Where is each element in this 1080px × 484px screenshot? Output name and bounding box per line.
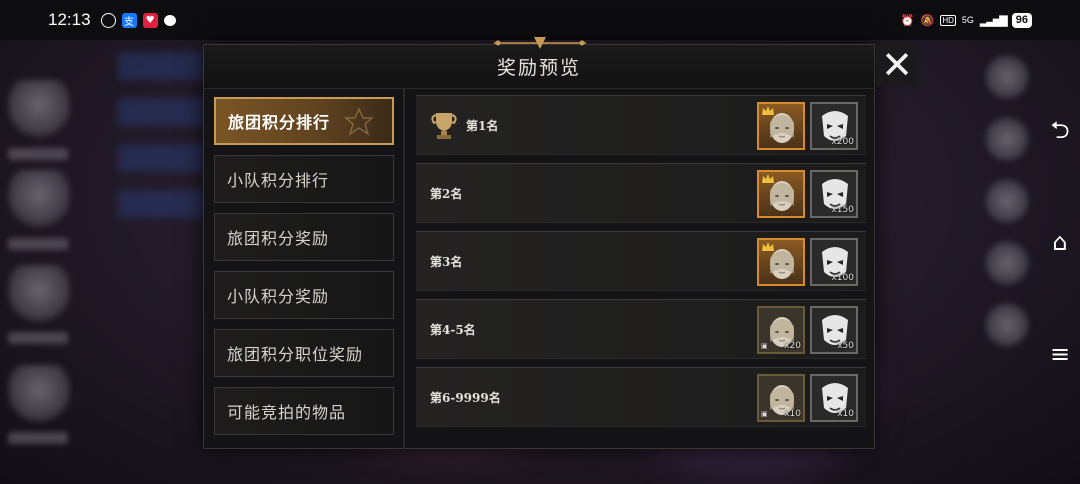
home-icon[interactable]: ⌂	[1052, 230, 1067, 254]
signal-icon: 5G	[961, 15, 974, 25]
emblem-icon	[344, 107, 374, 136]
tab-label: 小队积分排行	[227, 171, 330, 190]
rank-reward-list: 第1名 x200 第2名 x150 第3名 x100 第4-5名 ▣ x20 x50 第6-9999…	[416, 95, 866, 435]
rank-label: 第2名	[430, 186, 463, 201]
reward-preview-dialog: 奖励预览 ✕ 旅团积分排行 小队积分排行 旅团积分奖励 小队积分奖励 旅团积分职…	[203, 37, 918, 449]
battery-icon: 96	[1011, 12, 1032, 28]
item-badge-icon: ▣	[761, 410, 768, 418]
item-badge-icon: ▣	[761, 342, 768, 350]
alarm-icon: ⏰	[900, 14, 915, 27]
trophy-icon	[431, 113, 457, 139]
reward-mask-item[interactable]: x10	[810, 374, 858, 422]
crown-icon	[762, 174, 774, 183]
close-button[interactable]: ✕	[876, 44, 918, 86]
reward-quantity: x100	[831, 273, 854, 283]
close-icon: ✕	[881, 43, 913, 87]
reward-portrait-item[interactable]	[757, 238, 805, 286]
rank-label: 第1名	[466, 118, 499, 133]
app-notification-icon	[100, 12, 116, 28]
reward-portrait-item[interactable]	[757, 170, 805, 218]
rank-label: 第6-9999名	[430, 390, 501, 405]
tab-squad-points-ranking[interactable]: 小队积分排行	[214, 155, 394, 203]
reward-portrait-item[interactable]: ▣ x20	[757, 306, 805, 354]
chat-bubble-icon	[163, 14, 176, 26]
reward-items: ▣ x20 x50	[757, 306, 858, 354]
status-right: ⏰ 🔕 HD 5G ▂▃▅▇ 96	[900, 12, 1032, 28]
crown-icon	[762, 106, 774, 115]
reward-items: ▣ x10 x10	[757, 374, 858, 422]
tab-brigade-points-ranking[interactable]: 旅团积分排行	[214, 97, 394, 145]
rank-label: 第3名	[430, 254, 463, 269]
tab-brigade-position-rewards[interactable]: 旅团积分职位奖励	[214, 329, 394, 377]
rank-label: 第4-5名	[430, 322, 476, 337]
rank-row: 第6-9999名 ▣ x10 x10	[416, 367, 866, 427]
rank-row: 第3名 x100	[416, 231, 866, 291]
reward-quantity: x150	[831, 205, 854, 215]
reward-quantity: x10	[837, 409, 854, 419]
tab-brigade-points-rewards[interactable]: 旅团积分奖励	[214, 213, 394, 261]
hd-icon: HD	[940, 14, 956, 26]
mute-icon: 🔕	[920, 14, 935, 27]
reward-portrait-item[interactable]	[757, 102, 805, 150]
tab-label: 小队积分奖励	[227, 287, 330, 306]
notification-icons: 支 ♥	[100, 12, 176, 28]
crown-icon	[762, 242, 774, 251]
dialog-header: 奖励预览	[204, 45, 874, 89]
tab-label: 旅团积分奖励	[227, 229, 330, 248]
reward-items: x100	[757, 238, 858, 286]
reward-quantity: x10	[784, 409, 801, 419]
tab-label: 可能竞拍的物品	[227, 403, 347, 422]
reward-mask-item[interactable]: x150	[810, 170, 858, 218]
divider	[403, 89, 405, 449]
reward-quantity: x50	[837, 341, 854, 351]
dialog-title: 奖励预览	[496, 57, 581, 79]
reward-quantity: x200	[831, 137, 854, 147]
status-bar: 12:13 支 ♥ ⏰ 🔕 HD 5G ▂▃▅▇ 96	[0, 0, 1080, 40]
alipay-icon: 支	[121, 12, 137, 28]
reward-mask-item[interactable]: x100	[810, 238, 858, 286]
menu-icon[interactable]: ≡	[1050, 342, 1070, 366]
rank-row: 第2名 x150	[416, 163, 866, 223]
back-icon[interactable]: ⮌	[1050, 118, 1069, 142]
status-time: 12:13	[48, 10, 91, 29]
reward-items: x200	[757, 102, 858, 150]
tab-squad-points-rewards[interactable]: 小队积分奖励	[214, 271, 394, 319]
reward-items: x150	[757, 170, 858, 218]
reward-mask-item[interactable]: x200	[810, 102, 858, 150]
ornament-icon	[494, 37, 586, 49]
reward-quantity: x20	[784, 341, 801, 351]
system-navigation: ⮌ ⌂ ≡	[1040, 40, 1080, 484]
category-tabs: 旅团积分排行 小队积分排行 旅团积分奖励 小队积分奖励 旅团积分职位奖励 可能竞…	[214, 97, 394, 445]
rank-row: 第1名 x200	[416, 95, 866, 155]
tab-label: 旅团积分排行	[228, 113, 331, 132]
tab-auction-items[interactable]: 可能竞拍的物品	[214, 387, 394, 435]
signal-bars-icon: ▂▃▅▇	[979, 14, 1008, 27]
reward-portrait-item[interactable]: ▣ x10	[757, 374, 805, 422]
app-red-icon: ♥	[142, 12, 158, 28]
tab-label: 旅团积分职位奖励	[227, 345, 364, 364]
reward-mask-item[interactable]: x50	[810, 306, 858, 354]
rank-row: 第4-5名 ▣ x20 x50	[416, 299, 866, 359]
